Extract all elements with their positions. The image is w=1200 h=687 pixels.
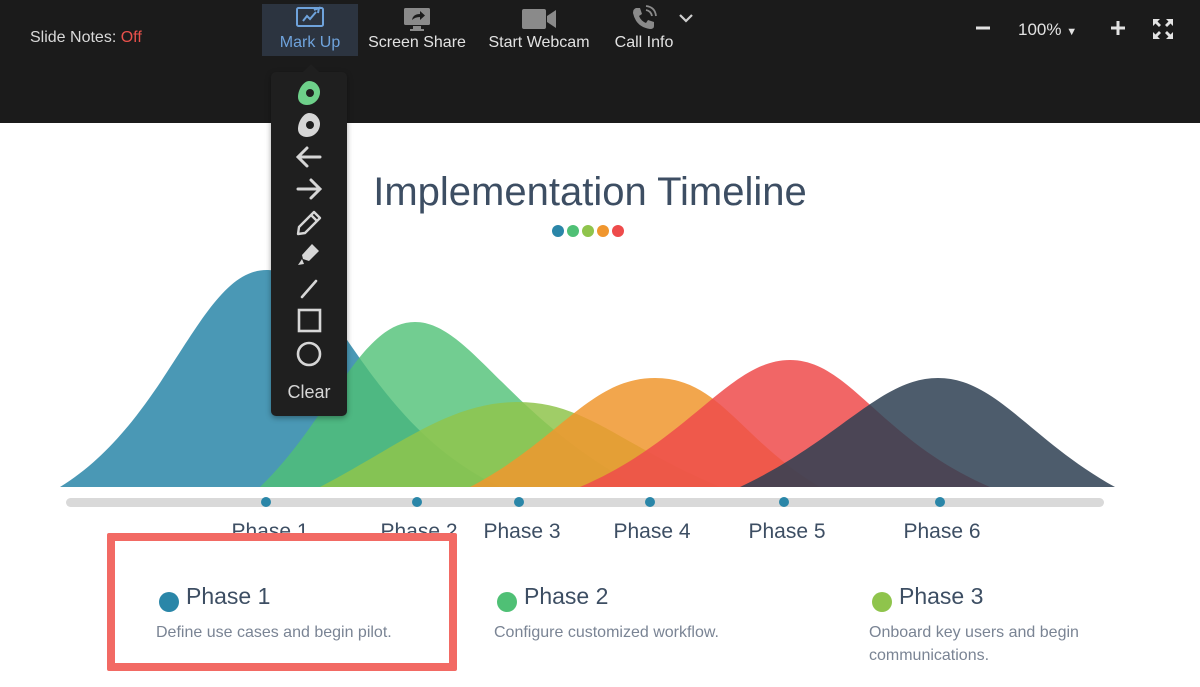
caret-down-icon: ▼ xyxy=(1066,26,1078,38)
timeline-marker-5 xyxy=(779,497,789,507)
fullscreen-icon[interactable] xyxy=(1150,16,1176,42)
screen-share-label: Screen Share xyxy=(368,34,466,51)
webcam-icon xyxy=(486,4,592,34)
timeline-marker-6 xyxy=(935,497,945,507)
call-info-label: Call Info xyxy=(614,34,674,51)
phase-label-6: Phase 6 xyxy=(903,520,981,543)
title-dots-decoration xyxy=(552,225,624,237)
phone-icon xyxy=(612,4,676,34)
markup-tool-palette: Clear xyxy=(271,64,347,416)
phase-card-desc: Onboard key users and begin communicatio… xyxy=(869,624,1079,664)
start-webcam-button[interactable]: Start Webcam xyxy=(486,4,592,56)
top-toolbar: Slide Notes: Off Mark Up Screen Share St… xyxy=(0,0,1200,123)
screen-share-icon xyxy=(368,4,466,34)
arrow-left-icon[interactable] xyxy=(293,142,325,172)
screen-share-button[interactable]: Screen Share xyxy=(368,4,466,56)
start-webcam-label: Start Webcam xyxy=(488,34,590,51)
arrow-right-icon[interactable] xyxy=(293,174,325,204)
timeline-marker-3 xyxy=(514,497,524,507)
palette-pointer-arrow xyxy=(303,64,319,72)
markup-rectangle-annotation[interactable] xyxy=(107,533,457,671)
circle-icon[interactable] xyxy=(293,339,325,369)
slide-notes-state: Off xyxy=(120,29,142,46)
rectangle-icon[interactable] xyxy=(293,306,325,336)
phase3-dot xyxy=(872,592,892,612)
pencil-icon[interactable] xyxy=(293,208,325,238)
call-info-button[interactable]: Call Info xyxy=(612,4,676,56)
slide-notes-toggle[interactable]: Slide Notes: Off xyxy=(30,29,142,47)
timeline-bar xyxy=(66,498,1104,507)
line-icon[interactable] xyxy=(293,274,325,304)
phase-card-title: Phase 2 xyxy=(524,583,609,609)
phase-card-desc: Configure customized workflow. xyxy=(494,624,719,641)
phase-label-5: Phase 5 xyxy=(748,520,826,543)
zoom-level-value: 100% xyxy=(1018,20,1062,39)
zoom-out-minus-icon[interactable] xyxy=(972,17,994,39)
markup-icon xyxy=(262,4,358,34)
slide-notes-label: Slide Notes: xyxy=(30,29,117,46)
phase-label-4: Phase 4 xyxy=(613,520,691,543)
markup-label: Mark Up xyxy=(279,34,341,51)
highlighter-pointer-icon[interactable] xyxy=(293,78,325,108)
slide-title: Implementation Timeline xyxy=(373,170,807,214)
timeline-marker-4 xyxy=(645,497,655,507)
timeline-marker-1 xyxy=(261,497,271,507)
markup-button[interactable]: Mark Up xyxy=(262,4,358,56)
zoom-in-plus-icon[interactable] xyxy=(1107,17,1129,39)
pointer-icon[interactable] xyxy=(293,110,325,140)
more-options-chevron-down-icon[interactable] xyxy=(676,8,696,28)
timeline-mountains-chart xyxy=(60,269,1115,507)
timeline-marker-2 xyxy=(412,497,422,507)
zoom-level-dropdown[interactable]: 100% ▼ xyxy=(1018,20,1077,40)
phase2-dot xyxy=(497,592,517,612)
highlighter-icon[interactable] xyxy=(293,240,325,270)
clear-markup-button[interactable]: Clear xyxy=(271,382,347,403)
phase-label-3: Phase 3 xyxy=(483,520,561,543)
phase-card-title: Phase 3 xyxy=(899,583,984,609)
